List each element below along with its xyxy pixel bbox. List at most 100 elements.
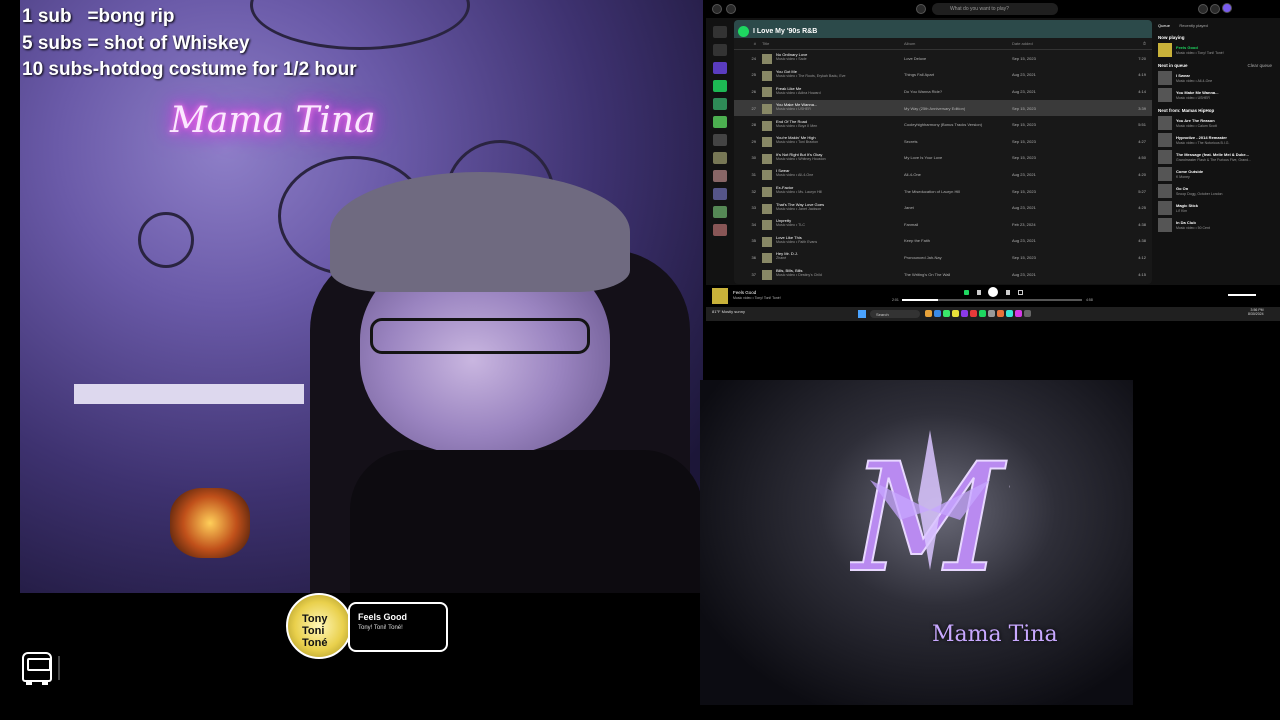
start-icon[interactable] — [858, 310, 866, 318]
playlist-cover[interactable] — [713, 152, 727, 164]
home-icon[interactable] — [916, 4, 926, 14]
app-icon[interactable] — [970, 310, 977, 317]
track-artist[interactable]: Music video • Sade — [776, 57, 807, 61]
track-row[interactable]: 26 Freak Like Me Music video • Adina Howar… — [734, 83, 1152, 100]
app-icon[interactable] — [1024, 310, 1031, 317]
progress-bar[interactable] — [902, 299, 1082, 301]
track-row[interactable]: 34 Unpretty Music video • TLC Fanmail Feb 23… — [734, 216, 1152, 233]
tab-queue[interactable]: Queue — [1158, 23, 1170, 28]
track-artist[interactable]: Music video • Adina Howard — [776, 91, 821, 95]
track-artist[interactable]: Music video • USHER — [776, 107, 817, 111]
track-row[interactable]: 35 Love Like This Music video • Faith Evan… — [734, 233, 1152, 250]
playlist-cover[interactable] — [713, 98, 727, 110]
track-artist[interactable]: Music video • Faith Evans — [776, 240, 817, 244]
track-title[interactable]: That's The Way Love Goes — [776, 202, 824, 207]
bell-icon[interactable] — [1198, 4, 1208, 14]
taskbar-search[interactable]: Search — [870, 310, 920, 318]
weather-widget[interactable]: 81°F Mostly sunny — [712, 309, 745, 314]
app-icon[interactable] — [1006, 310, 1013, 317]
app-icon[interactable] — [961, 310, 968, 317]
col-date[interactable]: Date added — [1012, 41, 1098, 46]
playlist-cover[interactable] — [713, 116, 727, 128]
queue-item[interactable]: You Make Me Wanna... Music video • USHER — [1158, 88, 1272, 102]
track-row[interactable]: 36 Hey Mr. D.J. Zhané Pronounced Jah-Nay Sep… — [734, 249, 1152, 266]
avatar[interactable] — [1222, 3, 1232, 13]
shuffle-icon[interactable] — [964, 290, 969, 295]
col-num[interactable]: # — [740, 41, 762, 46]
playlist-cover[interactable] — [713, 80, 727, 92]
repeat-icon[interactable] — [1018, 290, 1023, 295]
track-date: Aug 23, 2021 — [1012, 238, 1036, 244]
track-date: Aug 23, 2021 — [1012, 88, 1036, 94]
next-from-label: Next from: Mamas HipHop — [1158, 108, 1215, 113]
track-artist[interactable]: Zhané — [776, 256, 798, 260]
playlist-cover[interactable] — [713, 170, 727, 182]
track-artist[interactable]: Music video • The Roots, Erykah Badu, Ev… — [776, 74, 846, 78]
queue-item[interactable]: Come Outside K Money — [1158, 167, 1272, 181]
track-row[interactable]: 27 You Make Me Wanna... Music video • USHE… — [734, 99, 1152, 117]
queue-item[interactable]: You Are The Reason Music video • Calum Sc… — [1158, 116, 1272, 130]
playlist-cover[interactable] — [713, 62, 727, 74]
track-row[interactable]: 28 End Of The Road Music video • Boyz II M… — [734, 116, 1152, 133]
track-title[interactable]: End Of The Road — [776, 119, 807, 124]
queue-item[interactable]: I Swear Music video • All-4-One — [1158, 71, 1272, 85]
playlist-header: I Love My '90s R&B — [734, 20, 1152, 38]
app-icon[interactable] — [1015, 310, 1022, 317]
track-row[interactable]: 37 Bills, Bills, Bills Music video • Desti… — [734, 266, 1152, 283]
col-title[interactable]: Title — [762, 41, 904, 46]
track-row[interactable]: 31 I Swear Music video • All-4-One All-4-On… — [734, 166, 1152, 183]
menu-icon[interactable] — [712, 4, 722, 14]
track-row[interactable]: 32 Ex-Factor Music video • Ms. Lauryn Hill… — [734, 183, 1152, 200]
queue-now-item[interactable]: Feels Good Music video • Tony! Toni! Toné… — [1158, 43, 1272, 57]
app-icon[interactable] — [979, 310, 986, 317]
clock[interactable]: 3:56 PM 8/30/2024 — [1248, 308, 1264, 316]
track-title[interactable]: Freak Like Me — [776, 86, 801, 91]
track-artist[interactable]: Music video • Boyz II Men — [776, 124, 817, 128]
queue-item[interactable]: Hypnotize - 2014 Remaster Music video • T… — [1158, 133, 1272, 147]
track-thumb — [762, 203, 772, 214]
track-artist[interactable]: Music video • Toni Braxton — [776, 140, 818, 144]
clear-queue-button[interactable]: Clear queue — [1247, 63, 1272, 68]
play-icon[interactable] — [738, 25, 749, 37]
queue-item[interactable]: Go On Snoop Dogg, October London — [1158, 184, 1272, 198]
app-icon[interactable] — [925, 310, 932, 317]
queue-item[interactable]: Magic Stick Lil' Kim — [1158, 201, 1272, 215]
player-bar: Feels Good Music video • Tony! Toni! Ton… — [706, 285, 1280, 307]
track-row[interactable]: 30 It's Not Right But It's Okay Music vide… — [734, 150, 1152, 167]
add-icon[interactable] — [713, 44, 727, 56]
search-input[interactable]: What do you want to play? — [932, 3, 1058, 15]
playlist-cover[interactable] — [713, 224, 727, 236]
col-album[interactable]: Album — [904, 41, 1012, 46]
queue-item[interactable]: In Da Club Music video • 50 Cent — [1158, 218, 1272, 232]
previous-icon[interactable] — [977, 290, 981, 295]
library-sidebar — [708, 20, 732, 284]
track-row[interactable]: 29 You're Makin' Me High Music video • Ton… — [734, 133, 1152, 150]
app-icon[interactable] — [997, 310, 1004, 317]
playlist-cover[interactable] — [713, 134, 727, 146]
friends-icon[interactable] — [1210, 4, 1220, 14]
track-artist[interactable]: Music video • Ms. Lauryn Hill — [776, 190, 822, 194]
track-row[interactable]: 33 That's The Way Love Goes Music video • … — [734, 199, 1152, 216]
track-row[interactable]: 24 No Ordinary Love Music video • Sade Love… — [734, 50, 1152, 67]
track-artist[interactable]: Music video • Whitney Houston — [776, 157, 826, 161]
track-row[interactable]: 25 You Got Me Music video • The Roots, Ery… — [734, 67, 1152, 84]
app-icon[interactable] — [988, 310, 995, 317]
app-icon[interactable] — [943, 310, 950, 317]
shirt — [350, 450, 703, 593]
app-icon[interactable] — [952, 310, 959, 317]
playlist-cover[interactable] — [713, 206, 727, 218]
app-icon[interactable] — [934, 310, 941, 317]
volume-slider[interactable] — [1228, 294, 1256, 296]
track-artist[interactable]: Music video • All-4-One — [776, 173, 813, 177]
col-duration[interactable]: ⏱ — [1098, 41, 1146, 46]
track-artist[interactable]: Music video • TLC — [776, 223, 805, 227]
playlist-cover[interactable] — [713, 188, 727, 200]
library-icon[interactable] — [713, 26, 727, 38]
back-icon[interactable] — [726, 4, 736, 14]
next-icon[interactable] — [1006, 290, 1010, 295]
queue-item[interactable]: The Message (feat. Melle Mel & Duke... Gr… — [1158, 150, 1272, 164]
tab-recently-played[interactable]: Recently played — [1179, 23, 1207, 28]
track-artist[interactable]: Music video • Destiny's Child — [776, 273, 822, 277]
track-artist[interactable]: Music video • Janet Jackson — [776, 207, 824, 211]
pause-button[interactable] — [988, 287, 998, 297]
